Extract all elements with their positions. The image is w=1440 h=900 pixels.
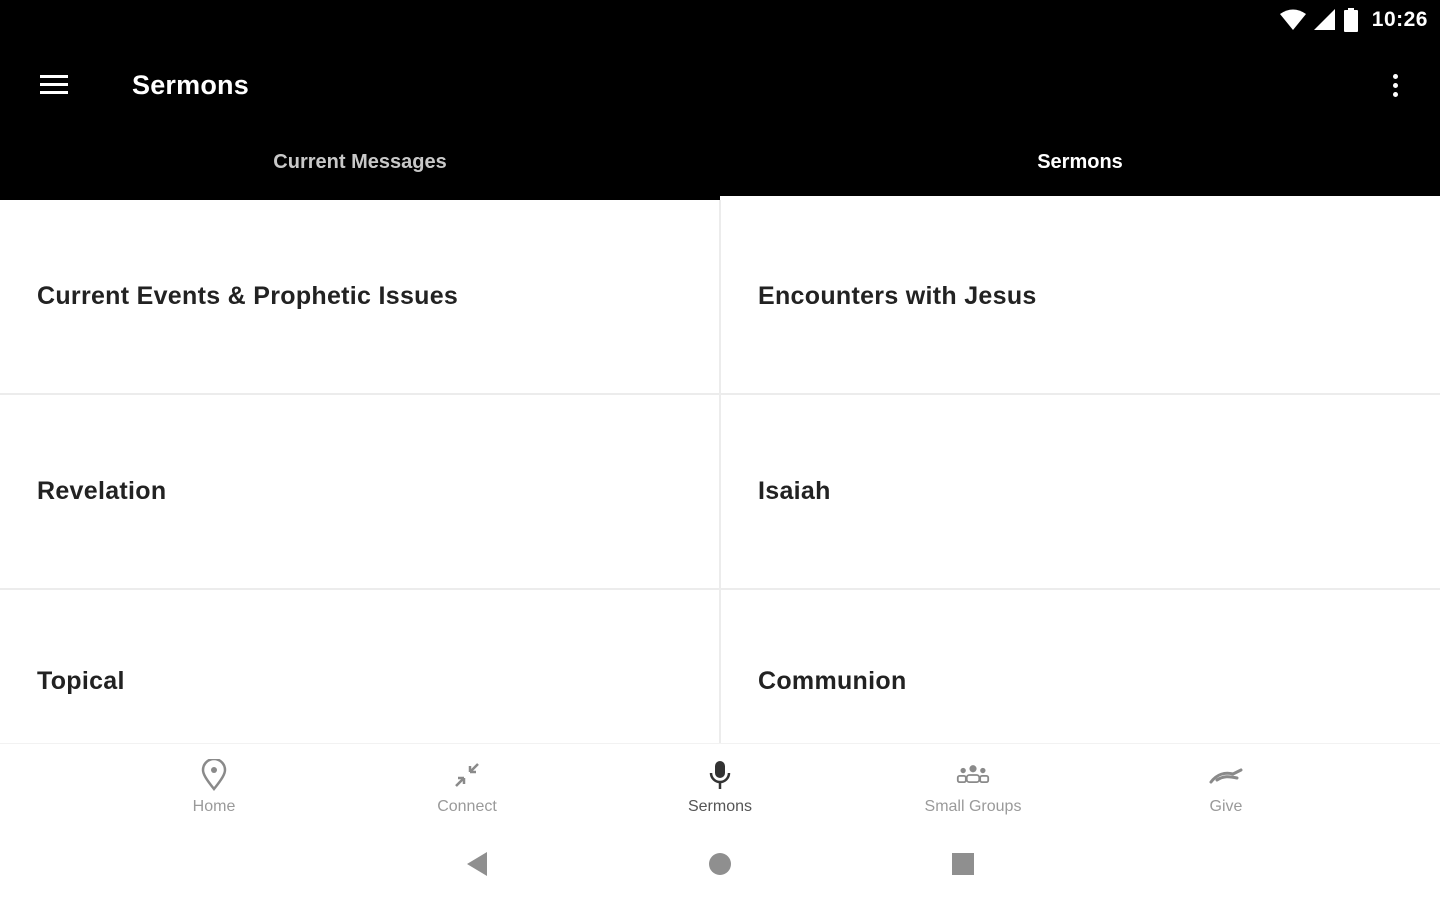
- category-card[interactable]: Revelation: [0, 395, 721, 590]
- nav-label: Home: [192, 798, 236, 815]
- arrows-inward-icon: [450, 758, 484, 792]
- home-circle-icon[interactable]: [599, 852, 842, 876]
- nav-label: Give: [1209, 798, 1243, 815]
- nav-label: Sermons: [687, 798, 753, 815]
- nav-item-sermons[interactable]: Sermons: [594, 744, 847, 828]
- app-root: 10:26 Sermons Current Messages Sermons C…: [0, 0, 1440, 900]
- back-triangle-icon[interactable]: [356, 851, 599, 877]
- group-icon: [956, 758, 990, 792]
- category-card[interactable]: Topical: [0, 590, 721, 743]
- sermon-category-grid: Current Events & Prophetic Issues Encoun…: [0, 200, 1440, 743]
- tab-sermons[interactable]: Sermons: [720, 130, 1440, 200]
- hamburger-menu-icon[interactable]: [0, 40, 108, 130]
- battery-icon: [1343, 8, 1358, 32]
- tab-bar: Current Messages Sermons: [0, 130, 1440, 200]
- category-card[interactable]: Isaiah: [721, 395, 1440, 590]
- cell-signal-icon: [1313, 9, 1336, 31]
- bottom-navigation: Home Connect Sermons Small Groups Give: [0, 743, 1440, 828]
- giving-hand-icon: [1209, 758, 1243, 792]
- nav-item-give[interactable]: Give: [1100, 744, 1353, 828]
- nav-item-connect[interactable]: Connect: [341, 744, 594, 828]
- location-pin-icon: [197, 758, 231, 792]
- app-bar: Sermons: [0, 40, 1440, 130]
- recents-square-icon[interactable]: [842, 852, 1085, 876]
- category-card[interactable]: Communion: [721, 590, 1440, 743]
- system-navigation-bar: [0, 828, 1440, 900]
- nav-label: Connect: [437, 798, 497, 815]
- category-card[interactable]: Current Events & Prophetic Issues: [0, 200, 721, 395]
- status-time: 10:26: [1371, 8, 1428, 31]
- status-bar: 10:26: [0, 0, 1440, 40]
- tab-current-messages[interactable]: Current Messages: [0, 130, 720, 200]
- nav-label: Small Groups: [924, 798, 1022, 815]
- wifi-icon: [1279, 9, 1306, 31]
- more-vert-icon[interactable]: [1380, 70, 1410, 100]
- page-title: Sermons: [132, 69, 249, 100]
- microphone-icon: [703, 758, 737, 792]
- nav-item-small-groups[interactable]: Small Groups: [847, 744, 1100, 828]
- nav-item-home[interactable]: Home: [88, 744, 341, 828]
- category-card[interactable]: Encounters with Jesus: [721, 200, 1440, 395]
